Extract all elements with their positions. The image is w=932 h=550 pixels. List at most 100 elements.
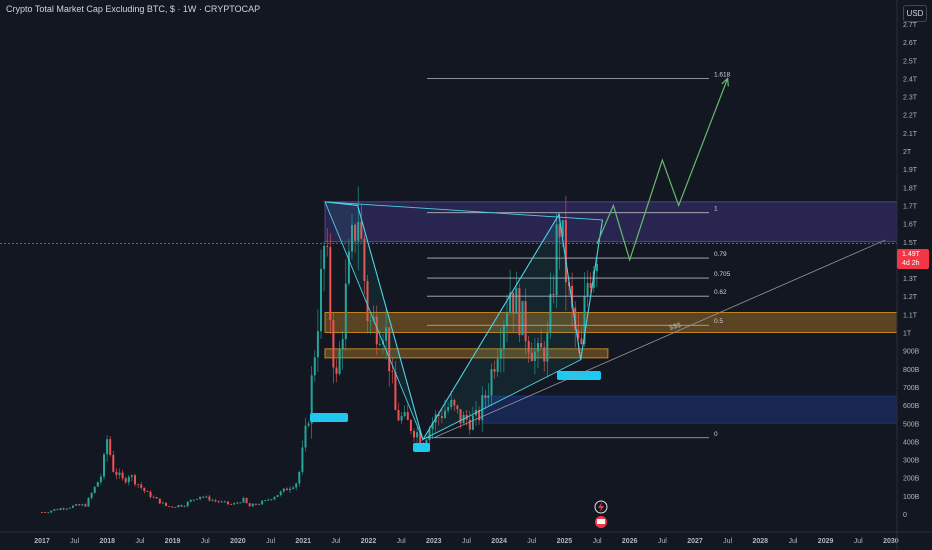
candle-body [589, 282, 592, 288]
candle-body [118, 472, 121, 475]
chart-title: Crypto Total Market Cap Excluding BTC, $… [6, 4, 261, 14]
candle-body [227, 501, 229, 505]
last-price-value: 1.49T [902, 251, 920, 258]
y-tick-label: 1.6T [903, 222, 918, 229]
candle-body [103, 454, 105, 477]
currency-button[interactable]: USD [903, 5, 927, 22]
zone-demand [482, 395, 898, 424]
price-chart[interactable]: 1.61810.790.7050.620.50 $$$ 2.7T2.6T2.5T… [0, 0, 932, 550]
candle-body [258, 504, 260, 506]
candle-body [93, 486, 96, 493]
candle-body [174, 507, 177, 508]
candle-body [406, 412, 409, 420]
candle-body [248, 503, 251, 507]
candle-body [316, 331, 319, 358]
candle-body [180, 505, 183, 507]
x-tick-label: Jul [658, 538, 667, 545]
x-tick-label: 2026 [622, 538, 638, 545]
candle-body [87, 497, 90, 507]
candle-body [146, 491, 149, 492]
candle-body [78, 504, 81, 506]
y-tick-label: 2.7T [903, 22, 918, 29]
fib-label: 0.62 [714, 289, 727, 296]
x-tick-label: Jul [135, 538, 144, 545]
x-tick-label: 2018 [100, 538, 116, 545]
candle-body [335, 367, 338, 374]
candle-body [307, 423, 310, 426]
fib-label: 0.5 [714, 318, 723, 325]
candle-body [391, 371, 394, 372]
x-tick-label: 2019 [165, 538, 181, 545]
candle-body [326, 245, 329, 247]
x-tick-label: Jul [788, 538, 797, 545]
candle-body [214, 500, 217, 502]
y-tick-label: 1T [903, 331, 912, 338]
x-tick-label: Jul [201, 538, 210, 545]
y-tick-label: 2.4T [903, 76, 918, 83]
candle-body [75, 504, 78, 506]
candle-body [50, 510, 53, 513]
candle-body [270, 499, 273, 501]
candle-body [282, 488, 285, 492]
candle-body [99, 476, 102, 483]
x-tick-label: 2028 [753, 538, 769, 545]
axes: 2.7T2.6T2.5T2.4T2.3T2.2T2.1T2T1.9T1.8T1.… [0, 0, 932, 550]
candle-body [320, 268, 322, 332]
candle-body [208, 496, 211, 501]
candle-body [41, 512, 43, 513]
candle-body [143, 487, 146, 492]
y-tick-label: 300B [903, 458, 920, 465]
candle-body [183, 506, 186, 507]
candle-body [276, 495, 279, 498]
x-tick-label: 2029 [818, 538, 834, 545]
fib-label: 1 [714, 206, 718, 213]
x-tick-label: Jul [593, 538, 602, 545]
x-tick-label: Jul [854, 538, 863, 545]
y-tick-label: 1.7T [903, 203, 918, 210]
y-tick-label: 0 [903, 512, 907, 519]
y-tick-label: 1.3T [903, 276, 918, 283]
y-tick-label: 400B [903, 439, 920, 446]
candle-body [106, 439, 109, 455]
candle-body [44, 512, 47, 514]
candle-body [295, 483, 298, 488]
candle-body [471, 415, 474, 430]
candle-body [233, 503, 236, 505]
candle-body [279, 491, 282, 496]
candle-body [59, 508, 62, 511]
candle-body [189, 500, 192, 502]
candle-body [264, 500, 267, 501]
y-tick-label: 700B [903, 385, 920, 392]
candle-body [292, 487, 295, 489]
candle-body [220, 501, 223, 503]
candle-body [230, 504, 233, 505]
candle-body [140, 484, 143, 488]
candle-body [152, 497, 155, 498]
candle-body [115, 471, 118, 475]
y-tick-label: 2.5T [903, 58, 918, 65]
candle-body [595, 263, 598, 272]
candle-body [251, 503, 254, 507]
x-tick-label: Jul [462, 538, 471, 545]
y-tick-label: 800B [903, 367, 920, 374]
harmonic-pattern: $$$ [310, 77, 886, 528]
pattern-point-label [557, 371, 601, 380]
candle-body [313, 357, 316, 376]
candle-body [409, 419, 412, 431]
candle-body [400, 416, 403, 421]
fib-label: 0 [714, 431, 718, 438]
candle-body [211, 500, 214, 501]
flag-icon-flag [597, 519, 605, 524]
x-tick-label: 2023 [426, 538, 442, 545]
candle-body [90, 492, 93, 498]
candle-body [130, 475, 133, 477]
candle-body [416, 432, 419, 438]
candle-body [378, 344, 381, 346]
y-tick-label: 1.5T [903, 240, 918, 247]
candle-body [196, 498, 198, 500]
candle-body [413, 430, 415, 438]
candle-body [121, 472, 124, 479]
y-tick-label: 200B [903, 476, 920, 483]
candle-body [304, 425, 307, 448]
candle-body [397, 410, 400, 421]
